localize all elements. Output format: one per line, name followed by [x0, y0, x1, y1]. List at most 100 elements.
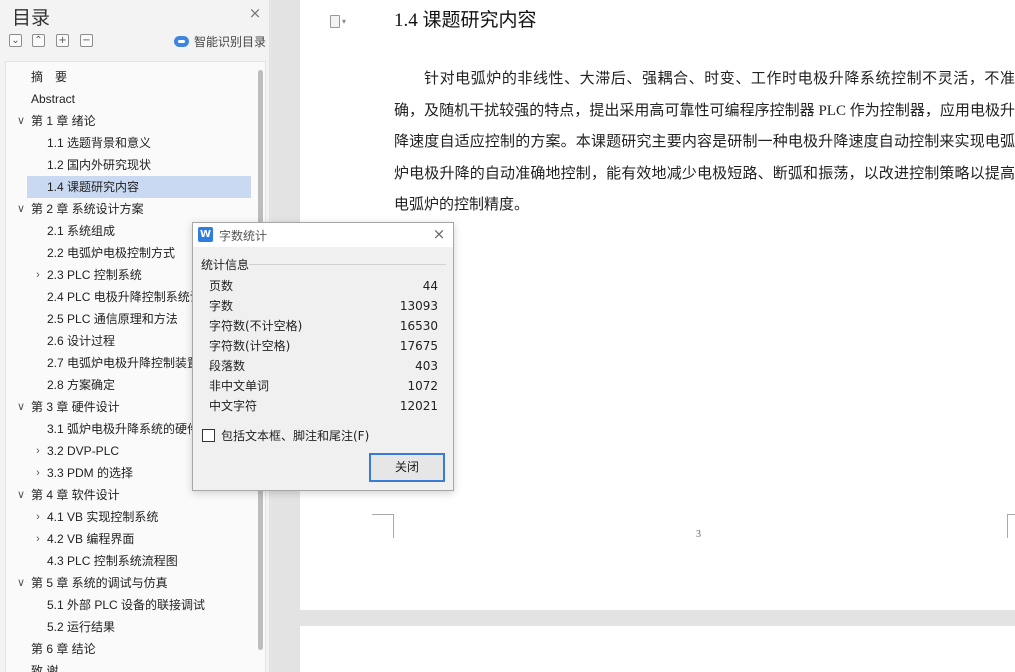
include-textbox-checkbox[interactable] [202, 428, 215, 442]
toc-item-label: 2.6 设计过程 [47, 334, 116, 348]
section-divider [249, 264, 446, 265]
stat-value: 1072 [407, 379, 438, 393]
stat-value: 44 [422, 279, 438, 293]
stat-label: 字数 [209, 299, 234, 313]
stat-label: 字符数(不计空格) [209, 319, 303, 333]
toc-section[interactable]: 5.1 外部 PLC 设备的联接调试 [6, 594, 256, 616]
crop-mark-right-top [1007, 514, 1015, 515]
toc-item-label: 第 6 章 结论 [31, 642, 96, 656]
document-page-next[interactable] [300, 626, 1015, 672]
toc-item-label: 2.1 系统组成 [47, 224, 116, 238]
toc-item-label: 2.4 PLC 电极升降控制系统设计 [47, 290, 214, 304]
crop-mark-left-top [372, 514, 394, 515]
toc-item-label: 2.8 方案确定 [47, 378, 116, 392]
collapse-all-button[interactable]: ⌄ [9, 34, 22, 47]
toc-item-label: 第 4 章 软件设计 [31, 488, 120, 502]
page-options-icon[interactable]: ▾ [330, 14, 354, 30]
nav-close-icon[interactable]: × [246, 4, 264, 22]
toc-section[interactable]: › 4.1 VB 实现控制系统 [6, 506, 256, 528]
remove-heading-button[interactable]: − [80, 34, 93, 47]
chevron-down-icon[interactable]: ∨ [15, 396, 27, 418]
stat-value: 13093 [399, 299, 438, 313]
toc-item-label: 3.1 弧炉电极升降系统的硬件 [47, 422, 200, 436]
toc-item-label: 1.1 选题背景和意义 [47, 136, 152, 150]
statistics-section-label: 统计信息 [201, 258, 250, 272]
cloud-icon [174, 35, 189, 47]
dialog-title: 字数统计 [219, 229, 268, 243]
body-paragraph: 针对电弧炉的非线性、大滞后、强耦合、时变、工作时电极升降系统控制不灵活，不准确，… [394, 71, 1015, 213]
toc-section[interactable]: 1.2 国内外研究现状 [6, 154, 256, 176]
expand-up-button[interactable]: ⌃ [32, 34, 45, 47]
toc-chapter[interactable]: 摘 要 [6, 66, 256, 88]
stat-row: 页数 44 [209, 276, 438, 296]
toc-section[interactable]: 1.1 选题背景和意义 [6, 132, 256, 154]
toc-item-label: 1.4 课题研究内容 [47, 180, 140, 194]
toc-item-label: 第 5 章 系统的调试与仿真 [31, 576, 168, 590]
chevron-down-icon[interactable]: ∨ [15, 198, 27, 220]
crop-mark-left [372, 514, 394, 538]
toc-chapter[interactable]: ∨ 第 1 章 绪论 [6, 110, 256, 132]
chevron-right-icon[interactable]: › [32, 440, 44, 462]
stat-row: 字符数(计空格) 17675 [209, 336, 438, 356]
stat-label: 非中文单词 [209, 379, 270, 393]
toc-chapter[interactable]: ∨ 第 2 章 系统设计方案 [6, 198, 256, 220]
stat-label: 中文字符 [209, 399, 258, 413]
dialog-titlebar[interactable]: W 字数统计 × [193, 223, 453, 247]
stat-label: 页数 [209, 279, 234, 293]
section-heading: 1.4 课题研究内容 [394, 10, 537, 31]
word-count-dialog: W 字数统计 × 统计信息 页数 44 字数 13093 字符数(不计空格) 16530 字… [192, 222, 454, 491]
chevron-down-icon[interactable]: ∨ [15, 484, 27, 506]
toc-section[interactable]: 1.4 课题研究内容 [27, 176, 251, 198]
toc-section[interactable]: 5.2 运行结果 [6, 616, 256, 638]
toc-item-label: 第 1 章 绪论 [31, 114, 96, 128]
toc-item-label: 1.2 国内外研究现状 [47, 158, 152, 172]
chevron-down-icon[interactable]: ∨ [15, 110, 27, 132]
stat-label: 字符数(计空格) [209, 339, 291, 353]
stat-row: 段落数 403 [209, 356, 438, 376]
chevron-right-icon[interactable]: › [32, 462, 44, 484]
stat-row: 中文字符 12021 [209, 396, 438, 416]
toc-item-label: 2.3 PLC 控制系统 [47, 268, 142, 282]
page-number: 3 [696, 529, 701, 540]
toc-item-label: Abstract [31, 92, 76, 106]
stat-value: 17675 [399, 339, 438, 353]
stat-row: 字符数(不计空格) 16530 [209, 316, 438, 336]
chevron-right-icon[interactable]: › [32, 264, 44, 286]
include-textbox-label: 包括文本框、脚注和尾注(F) [221, 428, 370, 443]
include-textbox-option[interactable]: 包括文本框、脚注和尾注(F) [202, 427, 369, 443]
chevron-right-icon[interactable]: › [32, 506, 44, 528]
smart-toc-label: 智能识别目录 [194, 34, 267, 49]
stat-value: 16530 [399, 319, 438, 333]
smart-toc-button[interactable]: 智能识别目录 [174, 33, 266, 49]
wps-logo-icon: W [198, 227, 213, 242]
nav-title: 目录 [12, 7, 51, 29]
chevron-down-icon[interactable]: ∨ [15, 572, 27, 594]
toc-item-label: 2.7 电弧炉电极升降控制装置 [47, 356, 200, 370]
toc-item-label: 第 3 章 硬件设计 [31, 400, 120, 414]
toc-item-label: 致 谢 [31, 664, 59, 672]
stat-value: 12021 [399, 399, 438, 413]
close-button[interactable]: 关闭 [369, 453, 445, 482]
toc-chapter[interactable]: 第 6 章 结论 [6, 638, 256, 660]
toc-item-label: 5.2 运行结果 [47, 620, 116, 634]
dialog-close-icon[interactable]: × [431, 225, 447, 243]
toc-item-label: 第 2 章 系统设计方案 [31, 202, 144, 216]
stat-value: 403 [415, 359, 438, 373]
toc-chapter[interactable]: ∨ 第 5 章 系统的调试与仿真 [6, 572, 256, 594]
chevron-right-icon[interactable]: › [32, 528, 44, 550]
toc-section[interactable]: › 4.2 VB 编程界面 [6, 528, 256, 550]
toc-item-label: 4.2 VB 编程界面 [47, 532, 135, 546]
toc-item-label: 摘 要 [31, 70, 68, 84]
toc-chapter[interactable]: 致 谢 [6, 660, 256, 672]
crop-mark-right [1007, 514, 1015, 538]
toc-item-label: 2.5 PLC 通信原理和方法 [47, 312, 178, 326]
toc-item-label: 4.3 PLC 控制系统流程图 [47, 554, 178, 568]
add-heading-button[interactable]: + [56, 34, 69, 47]
toc-chapter[interactable]: Abstract [6, 88, 256, 110]
stat-label: 段落数 [209, 359, 246, 373]
toc-item-label: 5.1 外部 PLC 设备的联接调试 [47, 598, 206, 612]
toc-item-label: 3.2 DVP-PLC [47, 444, 120, 458]
toc-item-label: 2.2 电弧炉电极控制方式 [47, 246, 176, 260]
stat-row: 字数 13093 [209, 296, 438, 316]
toc-section[interactable]: 4.3 PLC 控制系统流程图 [6, 550, 256, 572]
